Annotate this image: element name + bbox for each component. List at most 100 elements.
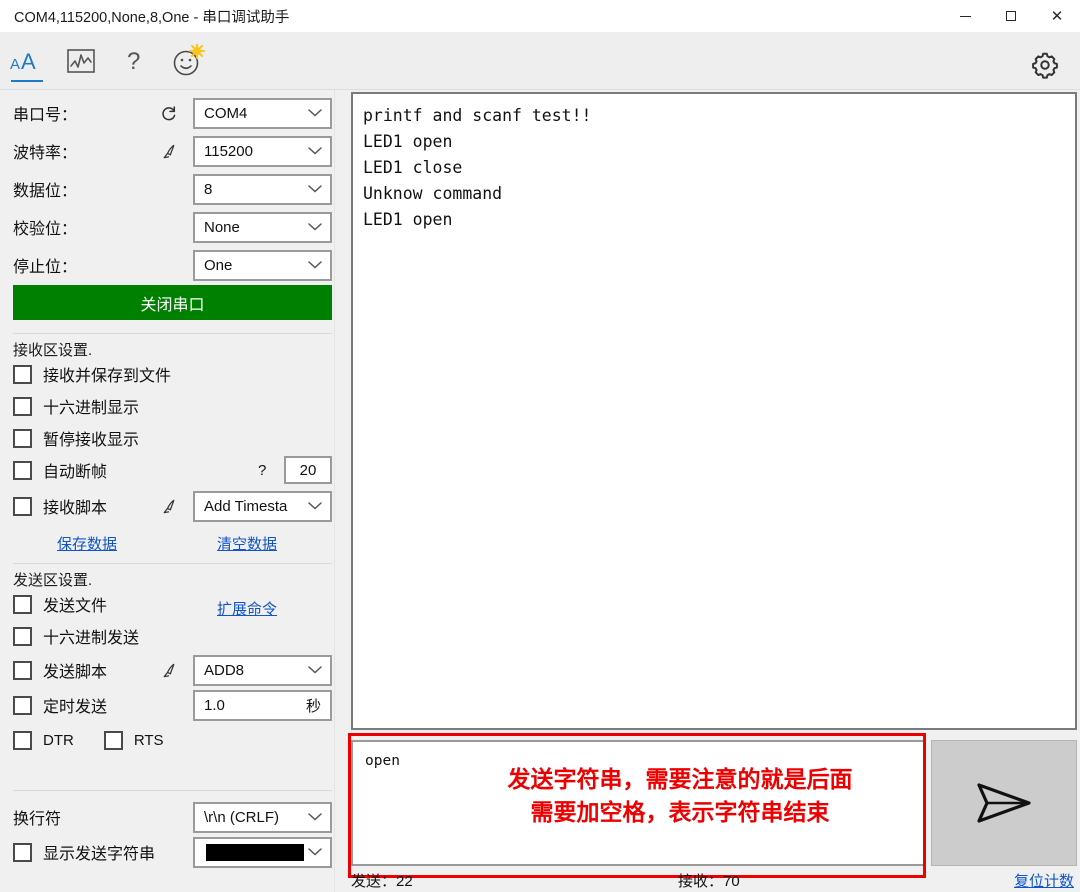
checkbox-save-to-file[interactable]: [13, 364, 32, 384]
setting-row-line-ending: 换行符 \r\n (CRLF): [0, 798, 334, 836]
toolbar-font-size-button[interactable]: A A: [2, 38, 52, 84]
close-button[interactable]: ✕: [1034, 0, 1080, 32]
receive-text-content: printf and scanf test!! LED1 open LED1 c…: [363, 106, 592, 229]
sent-string-color-select[interactable]: [193, 836, 332, 868]
receive-text-area[interactable]: printf and scanf test!! LED1 open LED1 c…: [351, 92, 1077, 730]
edit-receive-script-button[interactable]: [157, 495, 179, 517]
checkbox-show-sent-string[interactable]: [13, 842, 32, 862]
help-icon: ?: [127, 48, 140, 75]
minimize-icon: [959, 15, 971, 17]
send-interval-input[interactable]: 1.0 秒: [193, 689, 332, 721]
baudrate-select-value: 115200: [204, 142, 253, 160]
checkbox-send-file[interactable]: [13, 594, 32, 614]
port-select[interactable]: COM4: [193, 97, 332, 129]
clear-data-link[interactable]: 清空数据: [217, 533, 277, 554]
send-interval-value: 1.0: [204, 696, 225, 714]
checkbox-receive-script[interactable]: [13, 496, 32, 516]
setting-row-port: 串口号： COM4: [0, 94, 334, 132]
pen-icon: [163, 144, 174, 158]
refresh-ports-button[interactable]: [157, 102, 179, 124]
label-send-script: 发送脚本: [43, 664, 108, 681]
line-ending-value: \r\n (CRLF): [204, 808, 279, 826]
close-port-button[interactable]: 关闭串口: [13, 285, 332, 320]
close-icon: ✕: [1050, 6, 1064, 25]
divider-1: [13, 333, 332, 334]
label-port: 串口号：: [13, 107, 78, 124]
chevron-down-icon: [308, 813, 322, 821]
receive-script-select[interactable]: Add Timesta: [193, 490, 332, 522]
receive-script-value: Add Timesta: [204, 497, 288, 515]
port-select-value: COM4: [204, 104, 248, 122]
parity-select[interactable]: None: [193, 211, 332, 243]
send-script-value: ADD8: [204, 661, 245, 679]
svg-text:A: A: [10, 56, 20, 73]
toolbar-about-button[interactable]: [164, 38, 214, 84]
save-data-link[interactable]: 保存数据: [57, 533, 117, 554]
baudrate-select[interactable]: 115200: [193, 135, 332, 167]
minimize-button[interactable]: [942, 0, 988, 32]
toolbar-settings-button[interactable]: [1028, 48, 1062, 82]
databits-select[interactable]: 8: [193, 173, 332, 205]
checkbox-row-hex-display[interactable]: 十六进制显示: [0, 390, 334, 422]
label-line-ending: 换行符: [13, 811, 62, 828]
edit-baudrate-button[interactable]: [157, 140, 179, 162]
label-receive-script: 接收脚本: [43, 500, 108, 517]
checkbox-rts[interactable]: [103, 730, 123, 750]
maximize-button[interactable]: [988, 0, 1034, 32]
pen-icon: [163, 663, 174, 677]
stopbits-select-value: One: [204, 256, 233, 274]
sidebar-scrollbar[interactable]: [334, 90, 345, 892]
checkbox-row-show-sent-string[interactable]: 显示发送字符串: [0, 836, 334, 868]
toolbar-help-button[interactable]: ?: [110, 38, 160, 84]
checkbox-row-timed-send[interactable]: 定时发送 1.0 秒: [0, 689, 334, 721]
checkbox-timed-send[interactable]: [13, 695, 32, 715]
checkbox-row-hex-send[interactable]: 十六进制发送: [0, 620, 334, 652]
auto-frame-break-help-icon[interactable]: ?: [258, 462, 266, 479]
checkbox-row-save-to-file[interactable]: 接收并保存到文件: [0, 358, 334, 390]
send-script-select[interactable]: ADD8: [193, 654, 332, 686]
chevron-down-icon: [308, 848, 322, 856]
edit-send-script-button[interactable]: [157, 659, 179, 681]
checkbox-row-send-script[interactable]: 发送脚本 ADD8: [0, 654, 334, 686]
setting-row-stopbits: 停止位： One: [0, 246, 334, 284]
checkbox-send-script[interactable]: [13, 660, 32, 680]
label-send-file: 发送文件: [43, 598, 108, 615]
status-bar: 发送：22 接收：70 复位计数: [351, 868, 1077, 892]
divider-2: [13, 563, 332, 564]
svg-text:A: A: [21, 49, 36, 74]
checkbox-row-receive-script[interactable]: 接收脚本 Add Timesta: [0, 490, 334, 522]
smiley-icon: [173, 44, 205, 76]
checkbox-hex-send[interactable]: [13, 626, 32, 646]
chevron-down-icon: [308, 502, 322, 510]
refresh-icon: [161, 105, 175, 120]
checkbox-hex-display[interactable]: [13, 396, 32, 416]
send-text-area[interactable]: open: [351, 740, 925, 866]
auto-frame-break-input[interactable]: 20: [284, 456, 332, 484]
checkbox-pause-display[interactable]: [13, 428, 32, 448]
label-save-to-file: 接收并保存到文件: [43, 368, 172, 385]
label-rts: RTS: [133, 731, 164, 749]
extend-command-link[interactable]: 扩展命令: [217, 598, 277, 619]
checkbox-auto-frame-break[interactable]: [13, 460, 32, 480]
receive-settings-title: 接收区设置.: [13, 342, 93, 359]
toolbar-waveform-button[interactable]: [56, 38, 106, 84]
label-databits: 数据位：: [13, 183, 78, 200]
send-button[interactable]: [931, 740, 1077, 866]
chevron-down-icon: [308, 185, 322, 193]
maximize-icon: [1006, 11, 1016, 21]
setting-row-parity: 校验位： None: [0, 208, 334, 246]
stopbits-select[interactable]: One: [193, 249, 332, 281]
checkbox-row-pause-display[interactable]: 暂停接收显示: [0, 422, 334, 454]
label-auto-frame-break: 自动断帧: [43, 464, 108, 481]
checkbox-row-send-file[interactable]: 发送文件: [0, 588, 334, 620]
checkbox-row-auto-frame-break[interactable]: 自动断帧 ? 20: [0, 454, 334, 486]
databits-select-value: 8: [204, 180, 213, 198]
line-ending-select[interactable]: \r\n (CRLF): [193, 801, 332, 833]
checkbox-dtr[interactable]: [13, 730, 32, 750]
label-show-sent-string: 显示发送字符串: [43, 846, 156, 863]
label-baudrate: 波特率：: [13, 145, 78, 162]
setting-row-baudrate: 波特率： 115200: [0, 132, 334, 170]
chevron-down-icon: [308, 147, 322, 155]
reset-counter-link[interactable]: 复位计数: [1014, 870, 1074, 891]
label-hex-send: 十六进制发送: [43, 630, 140, 647]
